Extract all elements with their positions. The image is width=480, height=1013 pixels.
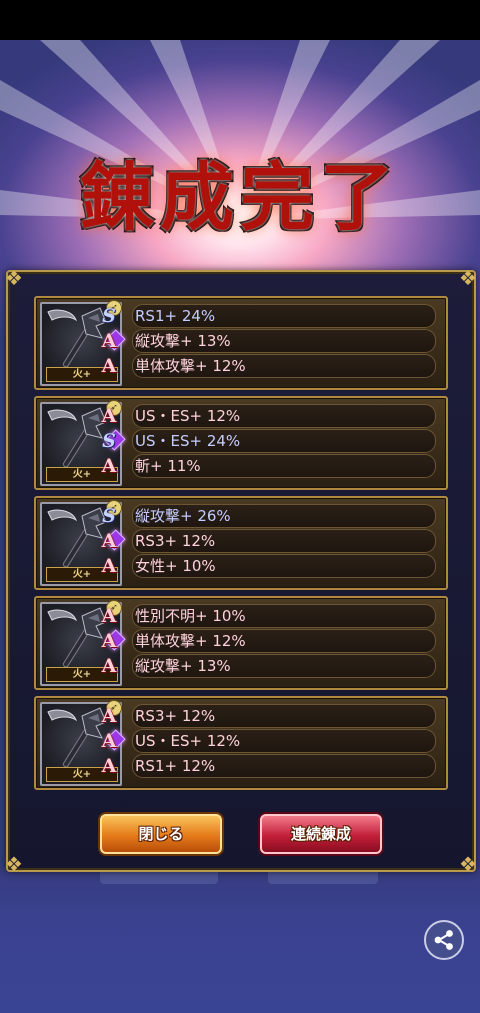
result-card[interactable]: 火+ ➶ A 性別不明+ 10% A 単体攻撃+ 12% A 縦攻撃+ 13% bbox=[34, 596, 448, 690]
result-card[interactable]: 火+ ➶ A RS3+ 12% A US・ES+ 12% A RS1+ 12% bbox=[34, 696, 448, 790]
bonus-text: RS3+ 12% bbox=[135, 532, 216, 550]
bonus-row: A 性別不明+ 10% bbox=[102, 604, 436, 628]
bonus-row: A 女性+ 10% bbox=[102, 554, 436, 578]
bonus-row: A 単体攻撃+ 12% bbox=[102, 629, 436, 653]
bonus-text: 単体攻撃+ 12% bbox=[135, 632, 246, 650]
bonus-row: S RS1+ 24% bbox=[102, 304, 436, 328]
grade-a-icon: A bbox=[101, 405, 117, 427]
bonus-text: 単体攻撃+ 12% bbox=[135, 357, 246, 375]
grade-s-icon: S bbox=[102, 430, 116, 452]
continuous-refine-button[interactable]: 連続錬成 bbox=[260, 814, 382, 854]
bonus-row: A 縦攻撃+ 13% bbox=[102, 654, 436, 678]
bonus-text: 性別不明+ 10% bbox=[135, 607, 246, 625]
result-card[interactable]: 火+ ➶ S RS1+ 24% A 縦攻撃+ 13% A 単体攻撃+ 12% bbox=[34, 296, 448, 390]
result-card[interactable]: 火+ ➶ A US・ES+ 12% S US・ES+ 24% A 斬+ 11% bbox=[34, 396, 448, 490]
grade-a-icon: A bbox=[101, 555, 117, 577]
bonus-text: RS1+ 12% bbox=[135, 757, 216, 775]
bonus-row: A RS3+ 12% bbox=[102, 529, 436, 553]
grade-a-icon: A bbox=[101, 655, 117, 677]
bonus-text: US・ES+ 24% bbox=[135, 432, 241, 450]
bonus-text: 縦攻撃+ 26% bbox=[135, 507, 231, 525]
grade-a-icon: A bbox=[101, 455, 117, 477]
corner-ornament: ❖ bbox=[459, 266, 477, 290]
grade-a-icon: A bbox=[101, 755, 117, 777]
result-card[interactable]: 火+ ➶ S 縦攻撃+ 26% A RS3+ 12% A 女性+ 10% bbox=[34, 496, 448, 590]
bonus-row: A US・ES+ 12% bbox=[102, 404, 436, 428]
corner-ornament: ❖ bbox=[5, 266, 23, 290]
bonus-text: US・ES+ 12% bbox=[135, 407, 241, 425]
bonus-text: 斬+ 11% bbox=[135, 457, 201, 475]
bonus-text: RS3+ 12% bbox=[135, 707, 216, 725]
bonus-row: S US・ES+ 24% bbox=[102, 429, 436, 453]
bonus-text: 縦攻撃+ 13% bbox=[135, 657, 231, 675]
bonus-row: A 斬+ 11% bbox=[102, 454, 436, 478]
status-bar bbox=[0, 0, 480, 40]
bonus-row: A RS1+ 12% bbox=[102, 754, 436, 778]
grade-a-icon: A bbox=[101, 630, 117, 652]
bonus-text: 縦攻撃+ 13% bbox=[135, 332, 231, 350]
bonus-row: S 縦攻撃+ 26% bbox=[102, 504, 436, 528]
corner-ornament: ❖ bbox=[459, 852, 477, 876]
bonus-row: A 単体攻撃+ 12% bbox=[102, 354, 436, 378]
grade-s-icon: S bbox=[102, 305, 116, 327]
grade-s-icon: S bbox=[102, 505, 116, 527]
grade-a-icon: A bbox=[101, 705, 117, 727]
bonus-row: A RS3+ 12% bbox=[102, 704, 436, 728]
close-button[interactable]: 閉じる bbox=[100, 814, 222, 854]
corner-ornament: ❖ bbox=[5, 852, 23, 876]
share-icon bbox=[434, 930, 453, 950]
bonus-text: 女性+ 10% bbox=[135, 557, 216, 575]
share-button[interactable] bbox=[424, 920, 464, 960]
bonus-row: A US・ES+ 12% bbox=[102, 729, 436, 753]
grade-a-icon: A bbox=[101, 330, 117, 352]
page-title: 錬成完了 bbox=[80, 155, 400, 241]
grade-a-icon: A bbox=[101, 355, 117, 377]
grade-a-icon: A bbox=[101, 530, 117, 552]
bonus-text: US・ES+ 12% bbox=[135, 732, 241, 750]
bonus-text: RS1+ 24% bbox=[135, 307, 216, 325]
bonus-row: A 縦攻撃+ 13% bbox=[102, 329, 436, 353]
grade-a-icon: A bbox=[101, 605, 117, 627]
grade-a-icon: A bbox=[101, 730, 117, 752]
